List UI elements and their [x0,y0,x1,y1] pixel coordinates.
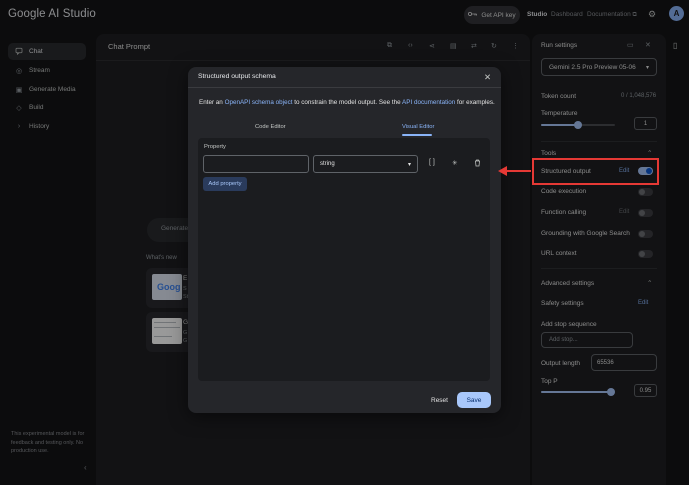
save-button[interactable]: Save [457,392,491,408]
reset-button[interactable]: Reset [426,394,453,407]
delete-icon[interactable] [474,159,481,169]
required-asterisk-icon[interactable]: ✳ [452,159,457,167]
desc-text: Enter an [199,99,225,106]
dialog-description: Enter an OpenAPI schema object to constr… [199,99,497,106]
close-icon[interactable]: ✕ [484,72,491,83]
annotation-arrow-icon [498,166,532,178]
desc-text: for examples. [455,99,495,106]
property-label: Property [204,144,226,150]
dialog-title: Structured output schema [198,73,276,80]
tab-visual-editor[interactable]: Visual Editor [402,124,434,130]
divider [188,87,501,88]
tab-code-editor[interactable]: Code Editor [255,124,286,130]
highlight-box [532,158,659,185]
add-property-button[interactable]: Add property [203,177,247,191]
openapi-schema-link[interactable]: OpenAPI schema object [225,99,293,106]
desc-text: to constrain the model output. See the [292,99,403,106]
dropdown-arrow-icon: ▾ [407,161,411,168]
array-brackets-icon[interactable]: [ ] [429,159,435,166]
active-tab-indicator [402,134,432,136]
property-type-select[interactable]: string ▾ [313,155,418,173]
api-documentation-link[interactable]: API documentation [402,99,455,106]
property-name-input[interactable] [203,155,309,173]
visual-editor-area [198,138,490,381]
property-type-value: string [320,161,335,167]
